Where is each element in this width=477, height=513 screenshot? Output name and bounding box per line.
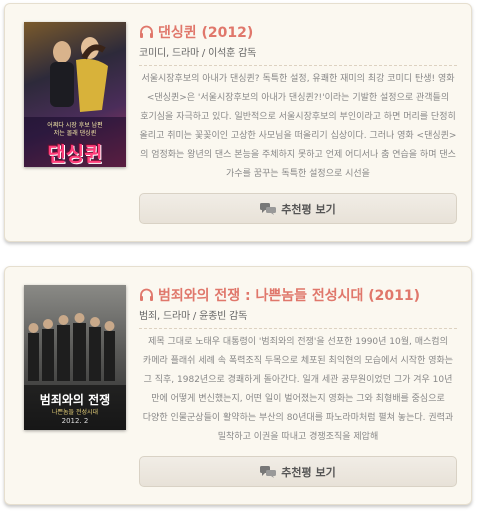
movie-description: 제목 그대로 노태우 대통령이 '범죄와의 전쟁'을 선포한 1990년 10월… (142, 337, 454, 442)
movie-poster[interactable]: 어쩌다 시장 후보 남편 저는 몰래 댄싱퀸 댄싱퀸 (24, 22, 126, 167)
movie-genre-director: 범죄, 드라마 / 윤종빈 감독 (139, 311, 248, 322)
view-reviews-button[interactable]: 추천평 보기 (139, 193, 457, 224)
poster-subtitle: 나쁜놈들 전성시대 (51, 409, 99, 416)
movie-card: 범죄와의 전쟁 나쁜놈들 전성시대 2012. 2 범죄와의 전쟁 : 나쁜놈들… (4, 266, 472, 505)
divider (139, 65, 457, 66)
movie-card: 어쩌다 시장 후보 남편 저는 몰래 댄싱퀸 댄싱퀸 댄싱퀸 (2012) 코미… (4, 3, 472, 242)
poster-tagline: 저는 몰래 댄싱퀸 (53, 130, 97, 137)
view-reviews-label: 추천평 보기 (281, 202, 336, 216)
movie-poster[interactable]: 범죄와의 전쟁 나쁜놈들 전성시대 2012. 2 (24, 285, 126, 430)
headphone-icon (140, 288, 153, 301)
speech-bubbles-icon (260, 465, 277, 478)
movie-genre-director: 코미디, 드라마 / 이석훈 감독 (139, 48, 257, 59)
poster-logo: 댄싱퀸 (47, 142, 103, 166)
movie-description: 서울시장후보의 아내가 댄싱퀸? 독특한 설정, 유쾌한 재미의 최강 코미디 … (139, 74, 457, 179)
speech-bubbles-icon (260, 202, 277, 215)
poster-release-date: 2012. 2 (61, 417, 89, 425)
movie-title[interactable]: 범죄와의 전쟁 : 나쁜놈들 전성시대 (2011) (158, 285, 420, 305)
divider (139, 328, 457, 329)
view-reviews-button[interactable]: 추천평 보기 (139, 456, 457, 487)
movie-title[interactable]: 댄싱퀸 (2012) (158, 22, 253, 42)
poster-logo: 범죄와의 전쟁 (39, 393, 111, 407)
headphone-icon (140, 25, 153, 38)
view-reviews-label: 추천평 보기 (281, 465, 336, 479)
